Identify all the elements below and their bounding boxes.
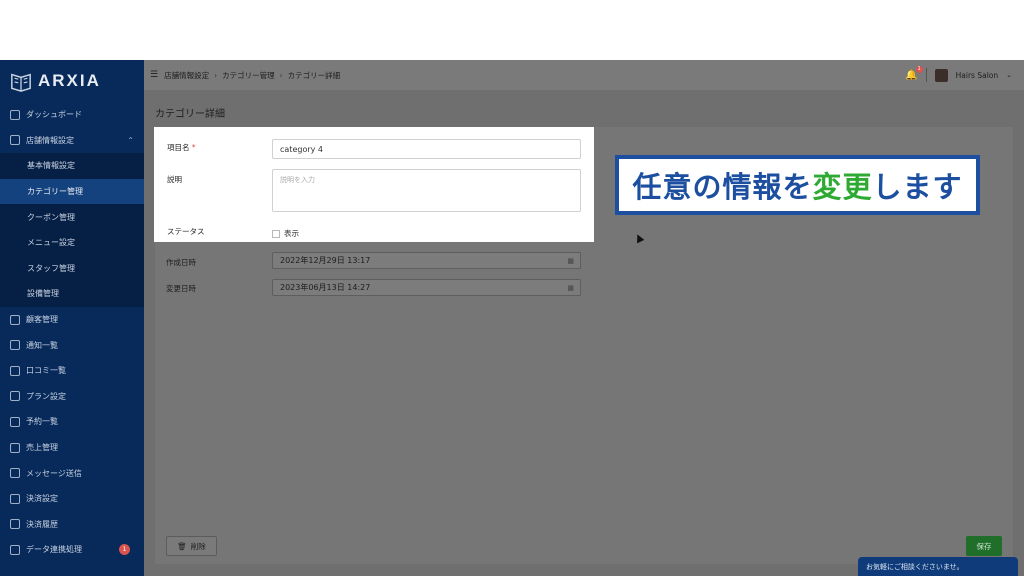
sidebar-item-label: クーポン管理 (27, 212, 75, 222)
sidebar-item-data-sync[interactable]: データ連携処理 1 (0, 537, 144, 563)
calendar-icon (10, 416, 20, 427)
annotation-callout: 任意の情報を 変更 します (615, 155, 980, 215)
status-checkbox[interactable]: 表示 (272, 228, 299, 239)
topbar: ☰ 店舗情報設定 › カテゴリー管理 › カテゴリー詳細 🔔 1 Hairs Sa… (144, 60, 1024, 90)
history-icon (10, 519, 20, 530)
sidebar-item-label: 基本情報設定 (27, 161, 75, 171)
dashboard-icon (10, 109, 20, 120)
sidebar-item-payment-settings[interactable]: 決済設定 (0, 486, 144, 512)
page-title: カテゴリー詳細 (155, 109, 225, 120)
sidebar-item-reservations[interactable]: 予約一覧 (0, 409, 144, 435)
sync-badge: 1 (119, 544, 130, 556)
logo[interactable]: ARXIA (0, 60, 144, 102)
updated-datetime-field: 2023年06月13日 14:27 ▦ (272, 279, 581, 296)
message-icon (10, 468, 20, 479)
breadcrumb-item-category-management[interactable]: カテゴリー管理 (222, 70, 275, 81)
sidebar-item-label: データ連携処理 (26, 545, 82, 555)
sidebar-item-store-settings[interactable]: 店舗情報設定 ⌃ (0, 128, 144, 154)
sidebar-item-label: メニュー設定 (27, 238, 75, 248)
sidebar-item-equipment[interactable]: 設備管理 (0, 281, 144, 307)
annotation-text-c: します (872, 170, 963, 204)
divider (925, 68, 927, 82)
sidebar-item-sales[interactable]: 売上管理 (0, 435, 144, 461)
sidebar-item-menu[interactable]: メニュー設定 (0, 230, 144, 256)
sidebar: ARXIA ダッシュボード 店舗情報設定 ⌃ 基本情報設定 カテゴリー管理 クーポ… (0, 60, 144, 576)
notification-badge: 1 (915, 65, 923, 73)
chevron-up-icon: ⌃ (127, 135, 134, 145)
created-value: 2022年12月29日 13:17 (280, 256, 371, 265)
sidebar-item-label: ダッシュボード (26, 110, 82, 120)
description-label: 説明 (167, 175, 182, 184)
annotation-text-a: 任意の情報を (632, 170, 813, 204)
breadcrumb-separator-icon: › (214, 70, 218, 80)
plan-icon (10, 391, 20, 402)
sidebar-item-notifications[interactable]: 通知一覧 (0, 332, 144, 358)
name-input[interactable]: category 4 (272, 139, 581, 159)
breadcrumb-item-category-detail: カテゴリー詳細 (287, 70, 341, 80)
checkbox-box[interactable] (272, 229, 280, 238)
sidebar-item-label: 決済履歴 (26, 519, 58, 529)
created-label: 作成日時 (166, 258, 196, 267)
payment-icon (10, 493, 20, 504)
sidebar-item-label: プラン設定 (26, 391, 66, 401)
sidebar-item-dashboard[interactable]: ダッシュボード (0, 102, 144, 128)
logo-text: ARXIA (38, 71, 101, 90)
sidebar-item-label: 口コミ一覧 (26, 366, 66, 376)
sidebar-item-label: 通知一覧 (26, 340, 58, 350)
sidebar-item-customers[interactable]: 顧客管理 (0, 307, 144, 333)
sidebar-item-plans[interactable]: プラン設定 (0, 384, 144, 410)
sidebar-item-messages[interactable]: メッセージ送信 (0, 460, 144, 486)
notification-list-icon (10, 340, 20, 351)
chat-widget[interactable]: お気軽にご相談くださいませ。 (858, 557, 1018, 576)
sidebar-item-label: スタッフ管理 (27, 263, 75, 273)
name-label: 項目名 * (167, 142, 196, 153)
topbar-right: 🔔 1 Hairs Salon ⌄ (905, 60, 1012, 90)
sidebar-item-basic-info[interactable]: 基本情報設定 (0, 153, 144, 179)
sidebar-item-label: カテゴリー管理 (27, 187, 83, 197)
chevron-down-icon[interactable]: ⌄ (1006, 71, 1012, 79)
updated-label: 変更日時 (166, 284, 196, 293)
sidebar-item-label: 顧客管理 (26, 315, 58, 325)
store-icon (10, 135, 20, 146)
currency-icon (10, 442, 20, 453)
breadcrumb-separator-icon: › (279, 70, 283, 80)
avatar[interactable] (934, 68, 948, 82)
sidebar-item-label: 売上管理 (26, 443, 58, 453)
sidebar-item-coupon[interactable]: クーポン管理 (0, 204, 144, 230)
sidebar-item-reviews[interactable]: 口コミ一覧 (0, 358, 144, 384)
delete-label: 削除 (190, 541, 206, 551)
save-button[interactable]: 保存 (966, 536, 1002, 556)
status-label: ステータス (167, 227, 205, 236)
updated-value: 2023年06月13日 14:27 (280, 283, 371, 292)
annotation-text-b: 変更 (812, 170, 873, 204)
store-settings-submenu: 基本情報設定 カテゴリー管理 クーポン管理 メニュー設定 スタッフ管理 設備管理 (0, 153, 144, 307)
breadcrumb-item-store-settings[interactable]: 店舗情報設定 (164, 70, 209, 81)
sidebar-item-staff[interactable]: スタッフ管理 (0, 256, 144, 282)
review-icon (10, 365, 20, 376)
sidebar-item-label: 店舗情報設定 (26, 135, 74, 145)
calendar-icon: ▦ (567, 283, 574, 292)
delete-button[interactable]: 🗑 削除 (166, 536, 217, 556)
user-name[interactable]: Hairs Salon (956, 71, 998, 80)
name-label-text: 項目名 (167, 143, 190, 152)
created-datetime-field: 2022年12月29日 13:17 ▦ (272, 252, 581, 269)
menu-icon[interactable]: ☰ (150, 70, 158, 80)
status-checkbox-label: 表示 (284, 229, 299, 238)
sidebar-item-label: 予約一覧 (26, 417, 58, 427)
sidebar-item-label: 決済設定 (26, 494, 58, 504)
description-textarea[interactable]: 説明を入力 (272, 169, 581, 212)
trash-icon: 🗑 (177, 541, 187, 551)
sidebar-item-payment-history[interactable]: 決済履歴 (0, 512, 144, 538)
calendar-icon: ▦ (567, 256, 574, 265)
sidebar-item-category[interactable]: カテゴリー管理 (0, 178, 144, 205)
customers-icon (10, 314, 20, 325)
sync-icon (10, 544, 20, 555)
sidebar-item-label: 設備管理 (27, 289, 59, 299)
book-logo-icon (11, 73, 31, 92)
required-mark: * (191, 143, 196, 152)
bell-icon[interactable]: 🔔 1 (905, 65, 923, 81)
sidebar-item-label: メッセージ送信 (26, 468, 82, 478)
